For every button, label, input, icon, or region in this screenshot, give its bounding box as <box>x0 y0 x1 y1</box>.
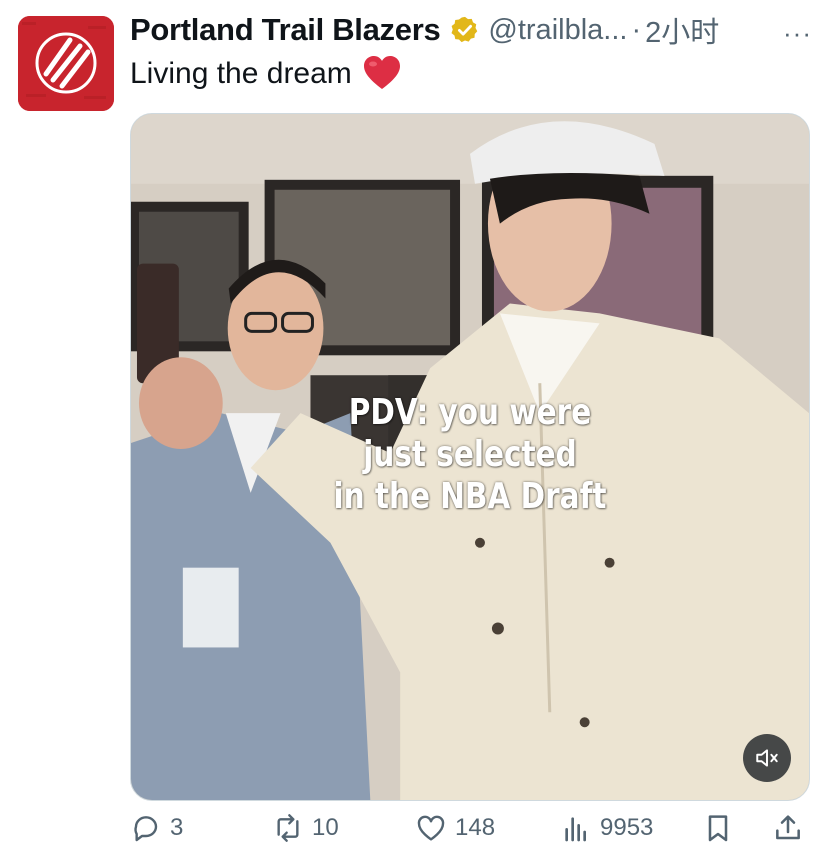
speaker-muted-icon <box>756 749 778 767</box>
share-button[interactable] <box>772 812 812 844</box>
action-bar: 3 10 148 9953 <box>130 812 820 852</box>
like-button[interactable]: 148 <box>415 812 495 844</box>
verified-badge-icon[interactable] <box>450 15 480 45</box>
reply-count: 3 <box>170 814 184 841</box>
caption-line: in the NBA Draft <box>333 476 607 517</box>
reply-icon <box>134 816 158 842</box>
mute-button[interactable] <box>743 734 791 782</box>
like-count: 148 <box>455 814 496 841</box>
repost-button[interactable]: 10 <box>272 812 339 844</box>
avatar[interactable] <box>18 16 114 111</box>
views-button[interactable]: 9953 <box>560 812 653 844</box>
separator-dot: · <box>631 13 642 46</box>
red-heart-icon <box>363 56 400 89</box>
caption-line: PDV: you were <box>348 392 592 433</box>
reply-button[interactable]: 3 <box>130 812 183 844</box>
video-player[interactable]: PDV: you were just selected in the NBA D… <box>130 113 810 801</box>
tweet-text: Living the dream <box>130 54 402 94</box>
share-icon <box>776 815 800 840</box>
views-chart-icon <box>565 817 586 842</box>
video-caption: PDV: you were just selected in the NBA D… <box>192 392 748 518</box>
repost-icon <box>277 814 299 842</box>
more-options-icon[interactable]: ··· <box>783 18 812 49</box>
tweet-body: Living the dream <box>130 57 352 90</box>
timestamp[interactable]: 2小时 <box>645 9 719 51</box>
heart-icon <box>417 815 445 841</box>
bookmark-button[interactable] <box>702 812 742 844</box>
caption-line: just selected <box>363 434 577 475</box>
repost-count: 10 <box>312 814 339 841</box>
view-count: 9953 <box>600 814 654 841</box>
trail-blazers-logo-icon <box>18 16 114 111</box>
author-name[interactable]: Portland Trail Blazers <box>130 12 441 48</box>
tweet-header: Portland Trail Blazers @trailbla... · 2小… <box>130 10 820 50</box>
author-handle[interactable]: @trailbla... <box>488 14 627 47</box>
bookmark-icon <box>708 815 728 842</box>
